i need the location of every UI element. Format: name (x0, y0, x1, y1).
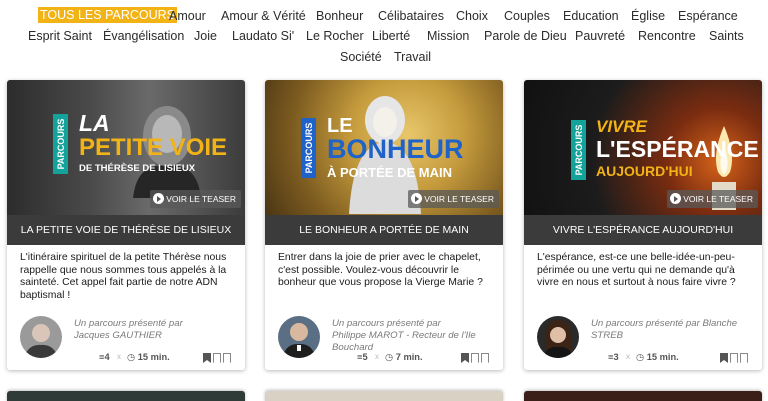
filter-societe[interactable]: Société (340, 49, 382, 65)
separator: x (117, 352, 121, 361)
filter-travail[interactable]: Travail (394, 49, 431, 65)
course-thumbnail[interactable]: PARCOURS LE BONHEUR À PORTÉE DE MAIN VOI… (265, 80, 503, 215)
course-thumbnail[interactable]: PARCOURS VIVRE L'ESPÉRANCE AUJOURD'HUI V… (524, 80, 762, 215)
bookmark-icon[interactable] (203, 353, 211, 363)
bookmark-outline-icon[interactable] (740, 353, 748, 363)
bookmark-icon[interactable] (720, 353, 728, 363)
card-description: L'espérance, est-ce une belle-idée-un-pe… (537, 252, 736, 289)
card-title-line1: LE (327, 115, 353, 137)
filter-esperance[interactable]: Espérance (678, 8, 738, 24)
course-card[interactable]: PARCOURS LA PETITE VOIE DE THÉRÈSE DE LI… (7, 80, 245, 370)
parcours-tag: PARCOURS (301, 118, 316, 178)
filter-mission[interactable]: Mission (427, 28, 469, 44)
filter-liberte[interactable]: Liberté (372, 28, 410, 44)
play-icon (153, 193, 165, 204)
card-title-line3: DE THÉRÈSE DE LISIEUX (79, 163, 196, 174)
filter-evangelisation[interactable]: Évangélisation (103, 28, 184, 44)
duration: ◷ 15 min. (636, 352, 679, 362)
filter-rencontre[interactable]: Rencontre (638, 28, 696, 44)
presenter-text: Un parcours présenté par Jacques GAUTHIER (74, 318, 183, 341)
card-title-line1: VIVRE (596, 117, 648, 136)
teaser-button[interactable]: VOIR LE TEASER (667, 190, 758, 208)
card-stats: ≡4 x ◷ 15 min. (7, 352, 245, 366)
card-caption[interactable]: LA PETITE VOIE DE THÉRÈSE DE LISIEUX (7, 215, 245, 245)
card-caption[interactable]: VIVRE L'ESPÉRANCE AUJOURD'HUI (524, 215, 762, 245)
filter-le-rocher[interactable]: Le Rocher (306, 28, 364, 44)
presenter-text: Un parcours présenté par Philippe MAROT -… (332, 318, 476, 353)
filter-amour[interactable]: Amour (169, 8, 206, 24)
bookmark-outline-icon[interactable] (223, 353, 231, 363)
card-caption[interactable]: LE BONHEUR A PORTÉE DE MAIN (265, 215, 503, 245)
filter-celibataires[interactable]: Célibataires (378, 8, 444, 24)
episodes-count: ≡3 (608, 352, 619, 362)
card-description: L'itinéraire spirituel de la petite Thér… (20, 252, 227, 301)
bookmark-outline-icon[interactable] (213, 353, 221, 363)
separator: x (626, 352, 630, 361)
card-title-line1: LA (79, 110, 110, 136)
filter-parole-de-dieu[interactable]: Parole de Dieu (484, 28, 567, 44)
card-stats: ≡3 x ◷ 15 min. (524, 352, 762, 366)
filter-saints[interactable]: Saints (709, 28, 744, 44)
card-stats: ≡5 x ◷ 7 min. (265, 352, 503, 366)
next-course-card[interactable] (7, 391, 245, 401)
teaser-button[interactable]: VOIR LE TEASER (150, 190, 241, 208)
play-icon (670, 193, 682, 204)
duration: ◷ 7 min. (385, 352, 423, 362)
course-thumbnail[interactable]: PARCOURS LA PETITE VOIE DE THÉRÈSE DE LI… (7, 80, 245, 215)
filter-bonheur[interactable]: Bonheur (316, 8, 363, 24)
play-icon (411, 193, 423, 204)
filter-eglise[interactable]: Église (631, 8, 665, 24)
bookmark-outline-icon[interactable] (471, 353, 479, 363)
card-title-line2: PETITE VOIE (79, 134, 228, 161)
filter-pauvrete[interactable]: Pauvreté (575, 28, 625, 44)
parcours-tag: PARCOURS (53, 114, 68, 174)
filter-laudato-si[interactable]: Laudato Si' (232, 28, 294, 44)
teaser-button[interactable]: VOIR LE TEASER (408, 190, 499, 208)
course-card[interactable]: PARCOURS VIVRE L'ESPÉRANCE AUJOURD'HUI V… (524, 80, 762, 370)
bookmark-outline-icon[interactable] (481, 353, 489, 363)
filter-couples[interactable]: Couples (504, 8, 550, 24)
card-title-line2: L'ESPÉRANCE (596, 136, 759, 162)
filter-esprit-saint[interactable]: Esprit Saint (28, 28, 92, 44)
filter-amour-verite[interactable]: Amour & Vérité (221, 8, 306, 24)
filter-all[interactable]: TOUS LES PARCOURS (38, 7, 177, 23)
bookmark-outline-icon[interactable] (730, 353, 738, 363)
card-title-line3: AUJOURD'HUI (596, 163, 693, 179)
filter-education[interactable]: Education (563, 8, 619, 24)
bookmark-icon[interactable] (461, 353, 469, 363)
course-card[interactable]: PARCOURS LE BONHEUR À PORTÉE DE MAIN VOI… (265, 80, 503, 370)
separator: x (375, 352, 379, 361)
card-title-line3: À PORTÉE DE MAIN (327, 165, 452, 180)
next-course-card[interactable] (524, 391, 762, 401)
filter-choix[interactable]: Choix (456, 8, 488, 24)
presenter-text: Un parcours présenté par Blanche STREB (591, 318, 738, 341)
next-course-card[interactable] (265, 391, 503, 401)
filter-joie[interactable]: Joie (194, 28, 217, 44)
duration: ◷ 15 min. (127, 352, 170, 362)
card-description: Entrer dans la joie de prier avec le cha… (278, 252, 483, 289)
card-title-line2: BONHEUR (327, 134, 464, 164)
parcours-tag: PARCOURS (571, 120, 586, 180)
episodes-count: ≡5 (357, 352, 368, 362)
episodes-count: ≡4 (99, 352, 110, 362)
